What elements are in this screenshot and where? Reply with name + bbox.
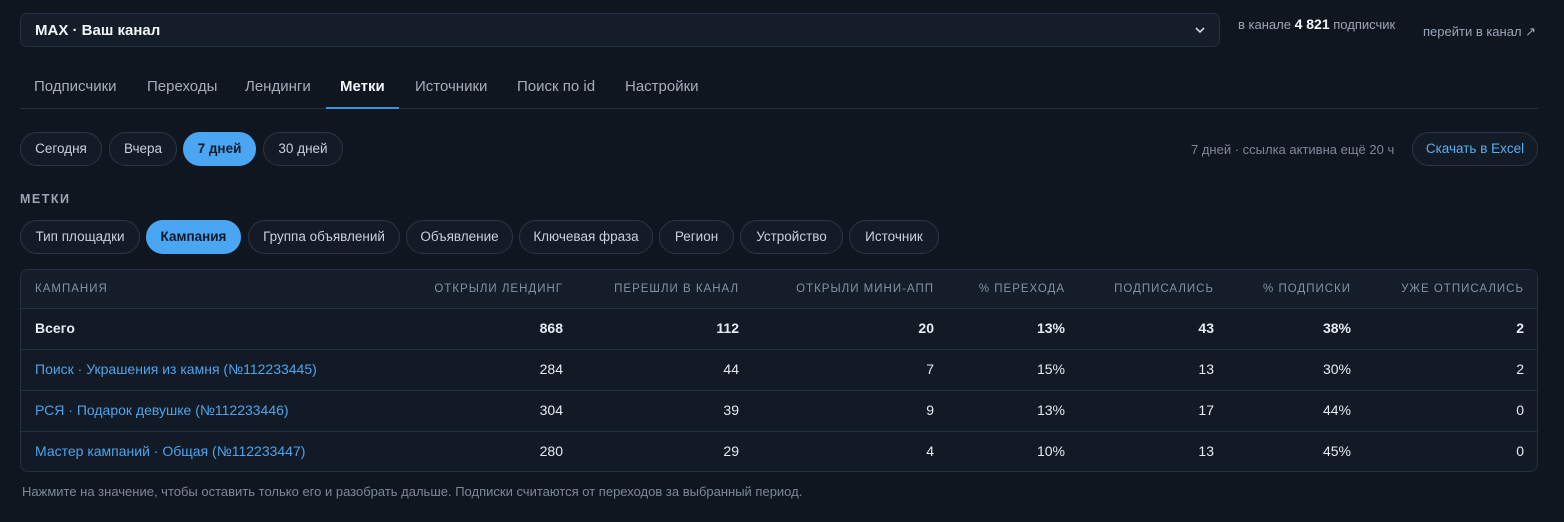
table-cell: 0: [1516, 402, 1524, 418]
total-label: Всего: [35, 320, 75, 336]
dimension-device[interactable]: Устройство: [740, 220, 843, 254]
table-total-row: Всего 868 112 20 13% 43 38% 2: [21, 308, 1537, 350]
table-cell: 868: [539, 320, 563, 336]
period-yesterday-button[interactable]: Вчера: [109, 132, 177, 166]
table-cell: 304: [539, 402, 563, 418]
period-today-button[interactable]: Сегодня: [20, 132, 102, 166]
dimension-ad[interactable]: Объявление: [406, 220, 513, 254]
goto-channel-link[interactable]: перейти в канал ↗: [1423, 24, 1536, 40]
table-cell: 112: [716, 320, 739, 336]
table-cell: 20: [918, 320, 934, 336]
table-cell: 39: [723, 402, 739, 418]
app: MAX · Ваш канал в канале 4 821 подписчик…: [0, 0, 1564, 522]
table-cell: 7: [926, 361, 934, 377]
dimension-keyword[interactable]: Ключевая фраза: [519, 220, 653, 254]
subscriber-count: в канале 4 821 подписчик: [1238, 16, 1395, 32]
table-cell: 280: [539, 443, 563, 459]
dimension-region[interactable]: Регион: [659, 220, 734, 254]
tab-bar: Подписчики Переходы Лендинги Метки Источ…: [20, 70, 1538, 109]
chevron-down-icon: [1195, 25, 1205, 35]
table-cell: 30%: [1322, 361, 1351, 377]
table-cell: 0: [1516, 443, 1524, 459]
period-note: 7 дней · ссылка активна ещё 20 ч: [1191, 142, 1395, 157]
table-cell: 2: [1516, 320, 1524, 336]
dimension-platform-type[interactable]: Тип площадки: [20, 220, 140, 254]
table-cell: 4: [926, 443, 934, 459]
table-cell: 43: [1198, 320, 1214, 336]
table-cell: 13: [1198, 443, 1214, 459]
table-cell: 38%: [1322, 320, 1351, 336]
dimension-source[interactable]: Источник: [849, 220, 939, 254]
tab-landings[interactable]: Лендинги: [231, 70, 325, 108]
period-7-days-button[interactable]: 7 дней: [183, 132, 256, 166]
column-header: % ПЕРЕХОДА: [978, 283, 1065, 295]
table-cell: 13%: [1036, 320, 1065, 336]
table-row: РСЯ · Подарок девушке (№112233446) 304 3…: [21, 390, 1537, 432]
tab-tags[interactable]: Метки: [326, 70, 399, 109]
tab-subscribers[interactable]: Подписчики: [20, 70, 131, 108]
export-excel-button[interactable]: Скачать в Excel: [1412, 132, 1538, 166]
dimension-campaign[interactable]: Кампания: [146, 220, 241, 254]
column-header: УЖЕ ОТПИСАЛИСЬ: [1401, 283, 1524, 295]
channel-select[interactable]: MAX · Ваш канал: [20, 13, 1220, 47]
table-cell: 13: [1198, 361, 1214, 377]
column-header: ПЕРЕШЛИ В КАНАЛ: [614, 283, 739, 295]
column-header: ПОДПИСАЛИСЬ: [1114, 283, 1214, 295]
table-cell: 10%: [1036, 443, 1065, 459]
footer-hint: Нажмите на значение, чтобы оставить толь…: [22, 484, 803, 499]
campaign-link[interactable]: Поиск · Украшения из камня (№112233445): [35, 361, 317, 377]
table-cell: 9: [926, 402, 934, 418]
channel-select-value: MAX · Ваш канал: [35, 21, 161, 39]
dimension-ad-group[interactable]: Группа объявлений: [248, 220, 400, 254]
table-cell: 44: [723, 361, 739, 377]
table-row: Мастер кампаний · Общая (№112233447) 280…: [21, 431, 1537, 471]
campaign-link[interactable]: Мастер кампаний · Общая (№112233447): [35, 443, 305, 459]
tab-transitions[interactable]: Переходы: [133, 70, 231, 108]
campaign-link[interactable]: РСЯ · Подарок девушке (№112233446): [35, 402, 289, 418]
table-header: КАМПАНИЯ ОТКРЫЛИ ЛЕНДИНГ ПЕРЕШЛИ В КАНАЛ…: [21, 270, 1537, 309]
tab-search-by-id[interactable]: Поиск по id: [503, 70, 609, 108]
table-row: Поиск · Украшения из камня (№112233445) …: [21, 349, 1537, 391]
column-header: ОТКРЫЛИ ЛЕНДИНГ: [434, 283, 563, 295]
tab-sources[interactable]: Источники: [401, 70, 501, 108]
table-cell: 44%: [1322, 402, 1351, 418]
column-header: ОТКРЫЛИ МИНИ-АПП: [796, 283, 934, 295]
table-cell: 17: [1198, 402, 1214, 418]
table-cell: 284: [539, 361, 563, 377]
period-30-days-button[interactable]: 30 дней: [263, 132, 343, 166]
subs-count: 4 821: [1294, 16, 1330, 32]
table-cell: 13%: [1036, 402, 1065, 418]
table-cell: 29: [723, 443, 739, 459]
table-cell: 15%: [1036, 361, 1065, 377]
campaign-table: КАМПАНИЯ ОТКРЫЛИ ЛЕНДИНГ ПЕРЕШЛИ В КАНАЛ…: [20, 269, 1538, 472]
subs-suffix: подписчик: [1333, 17, 1396, 32]
tab-settings[interactable]: Настройки: [611, 70, 713, 108]
table-cell: 45%: [1322, 443, 1351, 459]
subs-prefix: в канале: [1238, 17, 1291, 32]
section-title: МЕТКИ: [20, 192, 71, 206]
column-header: КАМПАНИЯ: [35, 283, 108, 295]
column-header: % ПОДПИСКИ: [1263, 283, 1351, 295]
table-cell: 2: [1516, 361, 1524, 377]
